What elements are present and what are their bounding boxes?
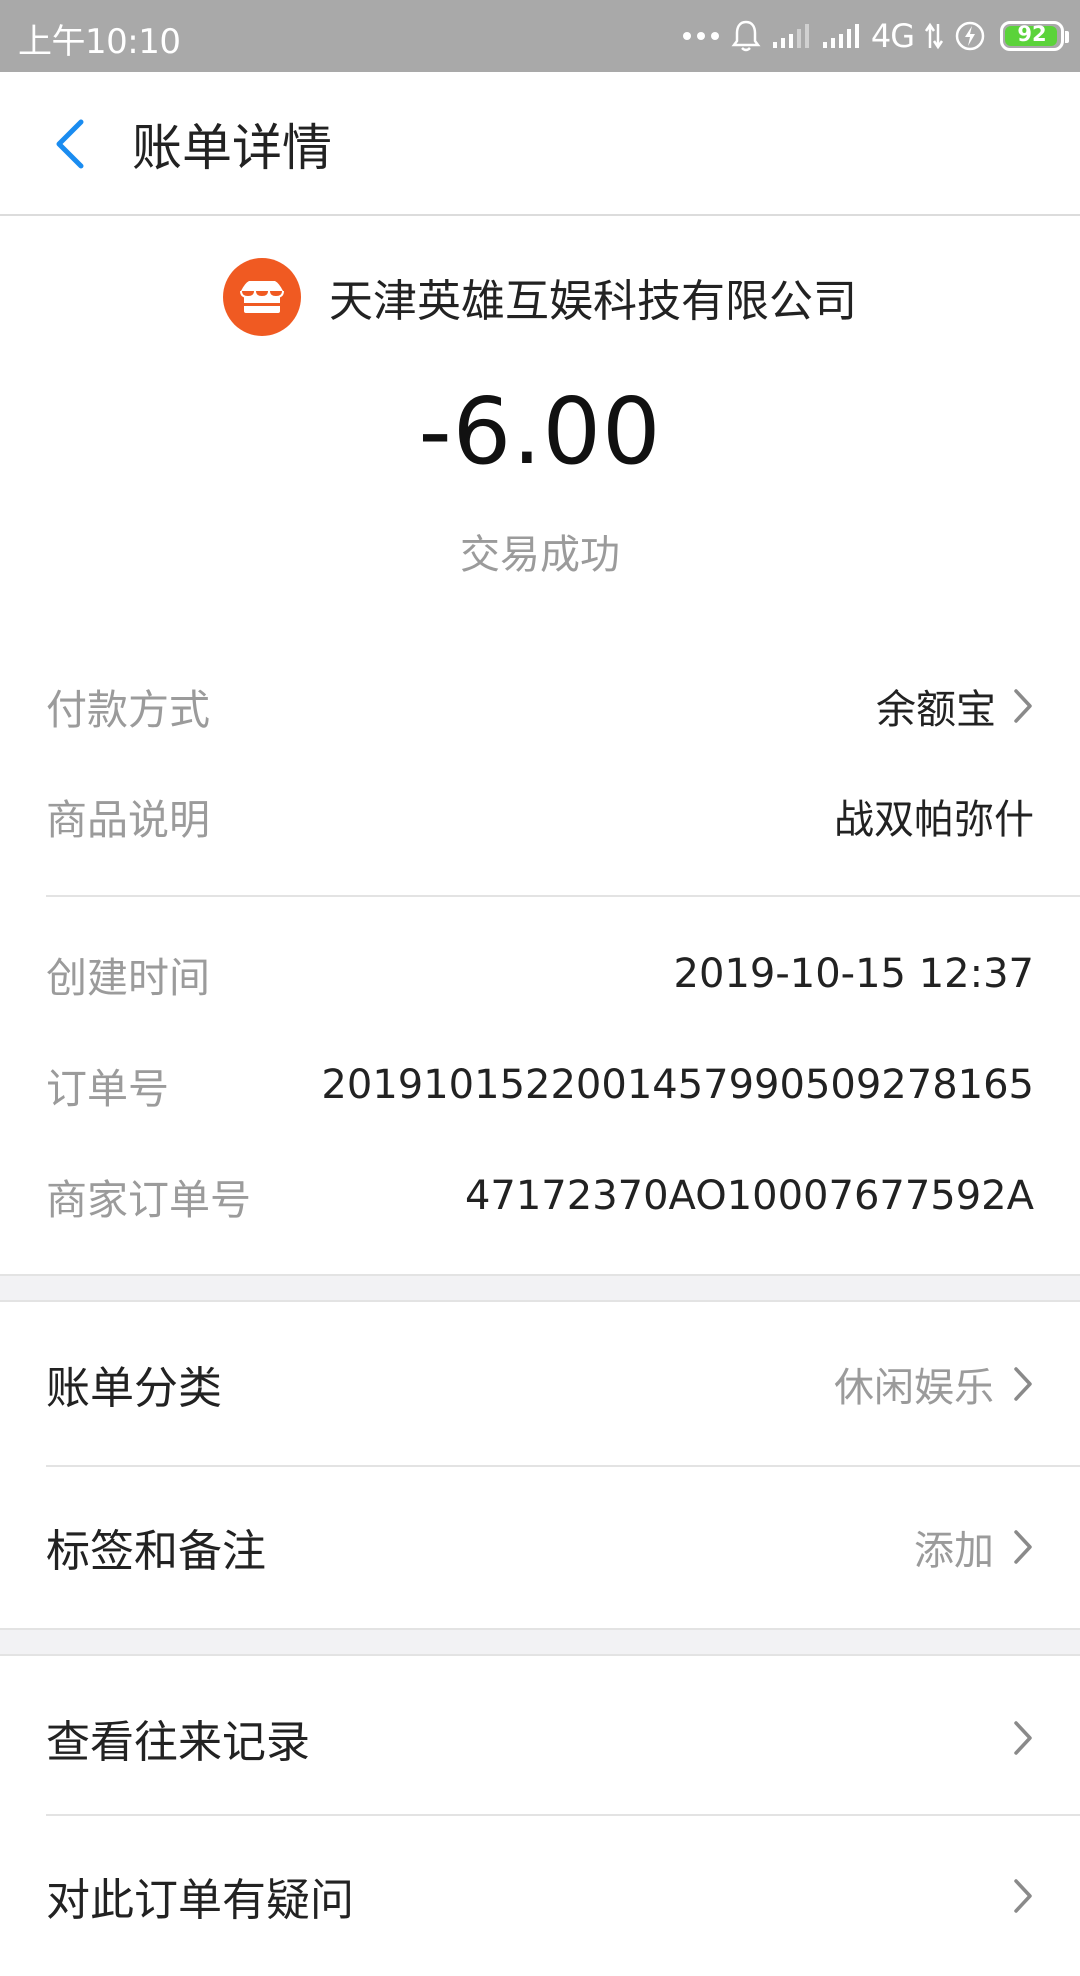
- merchant-row[interactable]: 天津英雄互娱科技有限公司: [0, 258, 1080, 336]
- order-question-chevron-wrap: [1012, 1877, 1034, 1915]
- payment-method-row[interactable]: 付款方式 余额宝: [46, 666, 1034, 746]
- network-type: 4G: [870, 17, 915, 55]
- bill-category-value: 休闲娱乐: [834, 1365, 994, 1411]
- section-separator: [0, 1274, 1080, 1302]
- order-no-row: 订单号 2019101522001457990509278165: [46, 1045, 1034, 1125]
- chevron-right-icon: [1012, 1528, 1034, 1566]
- tags-notes-label: 标签和备注: [46, 1526, 266, 1577]
- battery-percent: 92: [1017, 22, 1047, 46]
- status-icons: 4G 92: [681, 0, 1069, 72]
- created-time-label: 创建时间: [46, 954, 210, 1002]
- bill-category-value-wrap: 休闲娱乐: [834, 1355, 1034, 1413]
- payment-method-value-wrap: 余额宝: [876, 677, 1034, 735]
- bill-category-label: 账单分类: [46, 1363, 222, 1414]
- app-header: 账单详情: [0, 72, 1080, 216]
- created-time-row: 创建时间 2019-10-15 12:37: [46, 934, 1034, 1014]
- chevron-right-icon: [1012, 1365, 1034, 1403]
- tags-notes-value: 添加: [914, 1528, 994, 1574]
- section-separator: [0, 1628, 1080, 1656]
- back-chevron-icon: [56, 119, 84, 169]
- product-desc-row: 商品说明 战双帕弥什: [46, 776, 1034, 856]
- transaction-amount: -6.00: [418, 378, 662, 485]
- battery-cap: [1065, 31, 1069, 43]
- order-question-row[interactable]: 对此订单有疑问: [46, 1816, 1034, 1976]
- battery-icon: 92: [1000, 21, 1069, 51]
- merchant-name: 天津英雄互娱科技有限公司: [329, 276, 857, 327]
- tags-notes-row[interactable]: 标签和备注 添加: [46, 1467, 1034, 1627]
- merchant-order-no-value: 47172370AO10007677592A: [464, 1173, 1034, 1219]
- back-button[interactable]: [44, 116, 94, 172]
- order-no-label: 订单号: [46, 1065, 169, 1113]
- view-history-chevron-wrap: [1012, 1719, 1034, 1757]
- payment-method-label: 付款方式: [46, 686, 210, 734]
- transaction-status: 交易成功: [460, 532, 620, 578]
- page-title: 账单详情: [132, 119, 332, 177]
- chevron-right-icon: [1012, 1719, 1034, 1757]
- merchant-order-no-row: 商家订单号 47172370AO10007677592A: [46, 1156, 1034, 1236]
- view-history-row[interactable]: 查看往来记录: [46, 1658, 1034, 1818]
- data-arrows-icon: [924, 22, 944, 50]
- tags-notes-value-wrap: 添加: [914, 1518, 1034, 1576]
- charging-icon: [954, 20, 986, 52]
- signal-icon: [821, 22, 861, 50]
- merchant-order-no-label: 商家订单号: [46, 1176, 251, 1224]
- more-dots-icon: [681, 30, 721, 42]
- view-history-label: 查看往来记录: [46, 1717, 310, 1768]
- order-no-value: 2019101522001457990509278165: [321, 1062, 1034, 1108]
- bill-category-row[interactable]: 账单分类 休闲娱乐: [46, 1304, 1034, 1464]
- product-desc-label: 商品说明: [46, 796, 210, 844]
- created-time-value: 2019-10-15 12:37: [673, 951, 1034, 997]
- chevron-right-icon: [1012, 1877, 1034, 1915]
- product-desc-value: 战双帕弥什: [834, 797, 1034, 843]
- bell-icon: [731, 19, 761, 53]
- status-bar: 上午10:10 4G 92: [0, 0, 1080, 72]
- status-time: 上午10:10: [18, 22, 181, 62]
- store-icon: [223, 258, 301, 336]
- divider: [46, 895, 1080, 897]
- chevron-right-icon: [1012, 687, 1034, 725]
- signal-weak-icon: [771, 22, 811, 50]
- order-question-label: 对此订单有疑问: [46, 1875, 354, 1926]
- payment-method-value: 余额宝: [876, 687, 996, 733]
